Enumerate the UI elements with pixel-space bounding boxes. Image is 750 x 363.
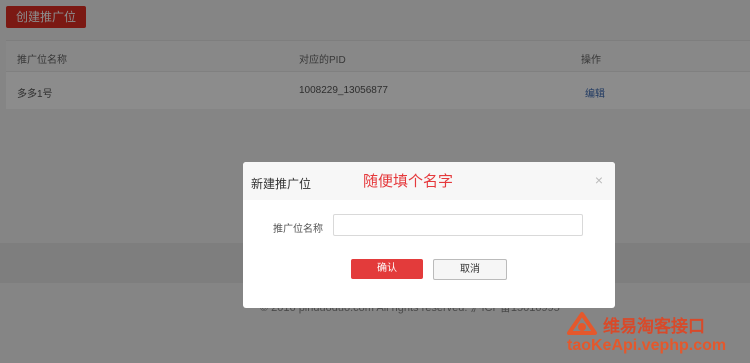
dialog-title: 新建推广位 [251, 177, 312, 191]
watermark-url: taoKeApi.vephp.com [567, 337, 727, 354]
watermark: 维易淘客接口 taoKeApi.vephp.com [555, 305, 750, 363]
new-adzone-dialog: 新建推广位 随便填个名字 × 推广位名称 确认 取消 [243, 162, 615, 308]
watermark-title: 维易淘客接口 [603, 317, 705, 336]
confirm-button[interactable]: 确认 [351, 259, 423, 279]
adzone-name-label: 推广位名称 [273, 224, 323, 235]
dialog-header: 新建推广位 随便填个名字 × [243, 162, 615, 200]
cancel-button[interactable]: 取消 [433, 259, 507, 280]
watermark-logo-icon [567, 312, 597, 335]
dialog-annotation: 随便填个名字 [363, 173, 454, 190]
adzone-name-input[interactable] [333, 214, 583, 236]
close-icon[interactable]: × [595, 172, 603, 188]
